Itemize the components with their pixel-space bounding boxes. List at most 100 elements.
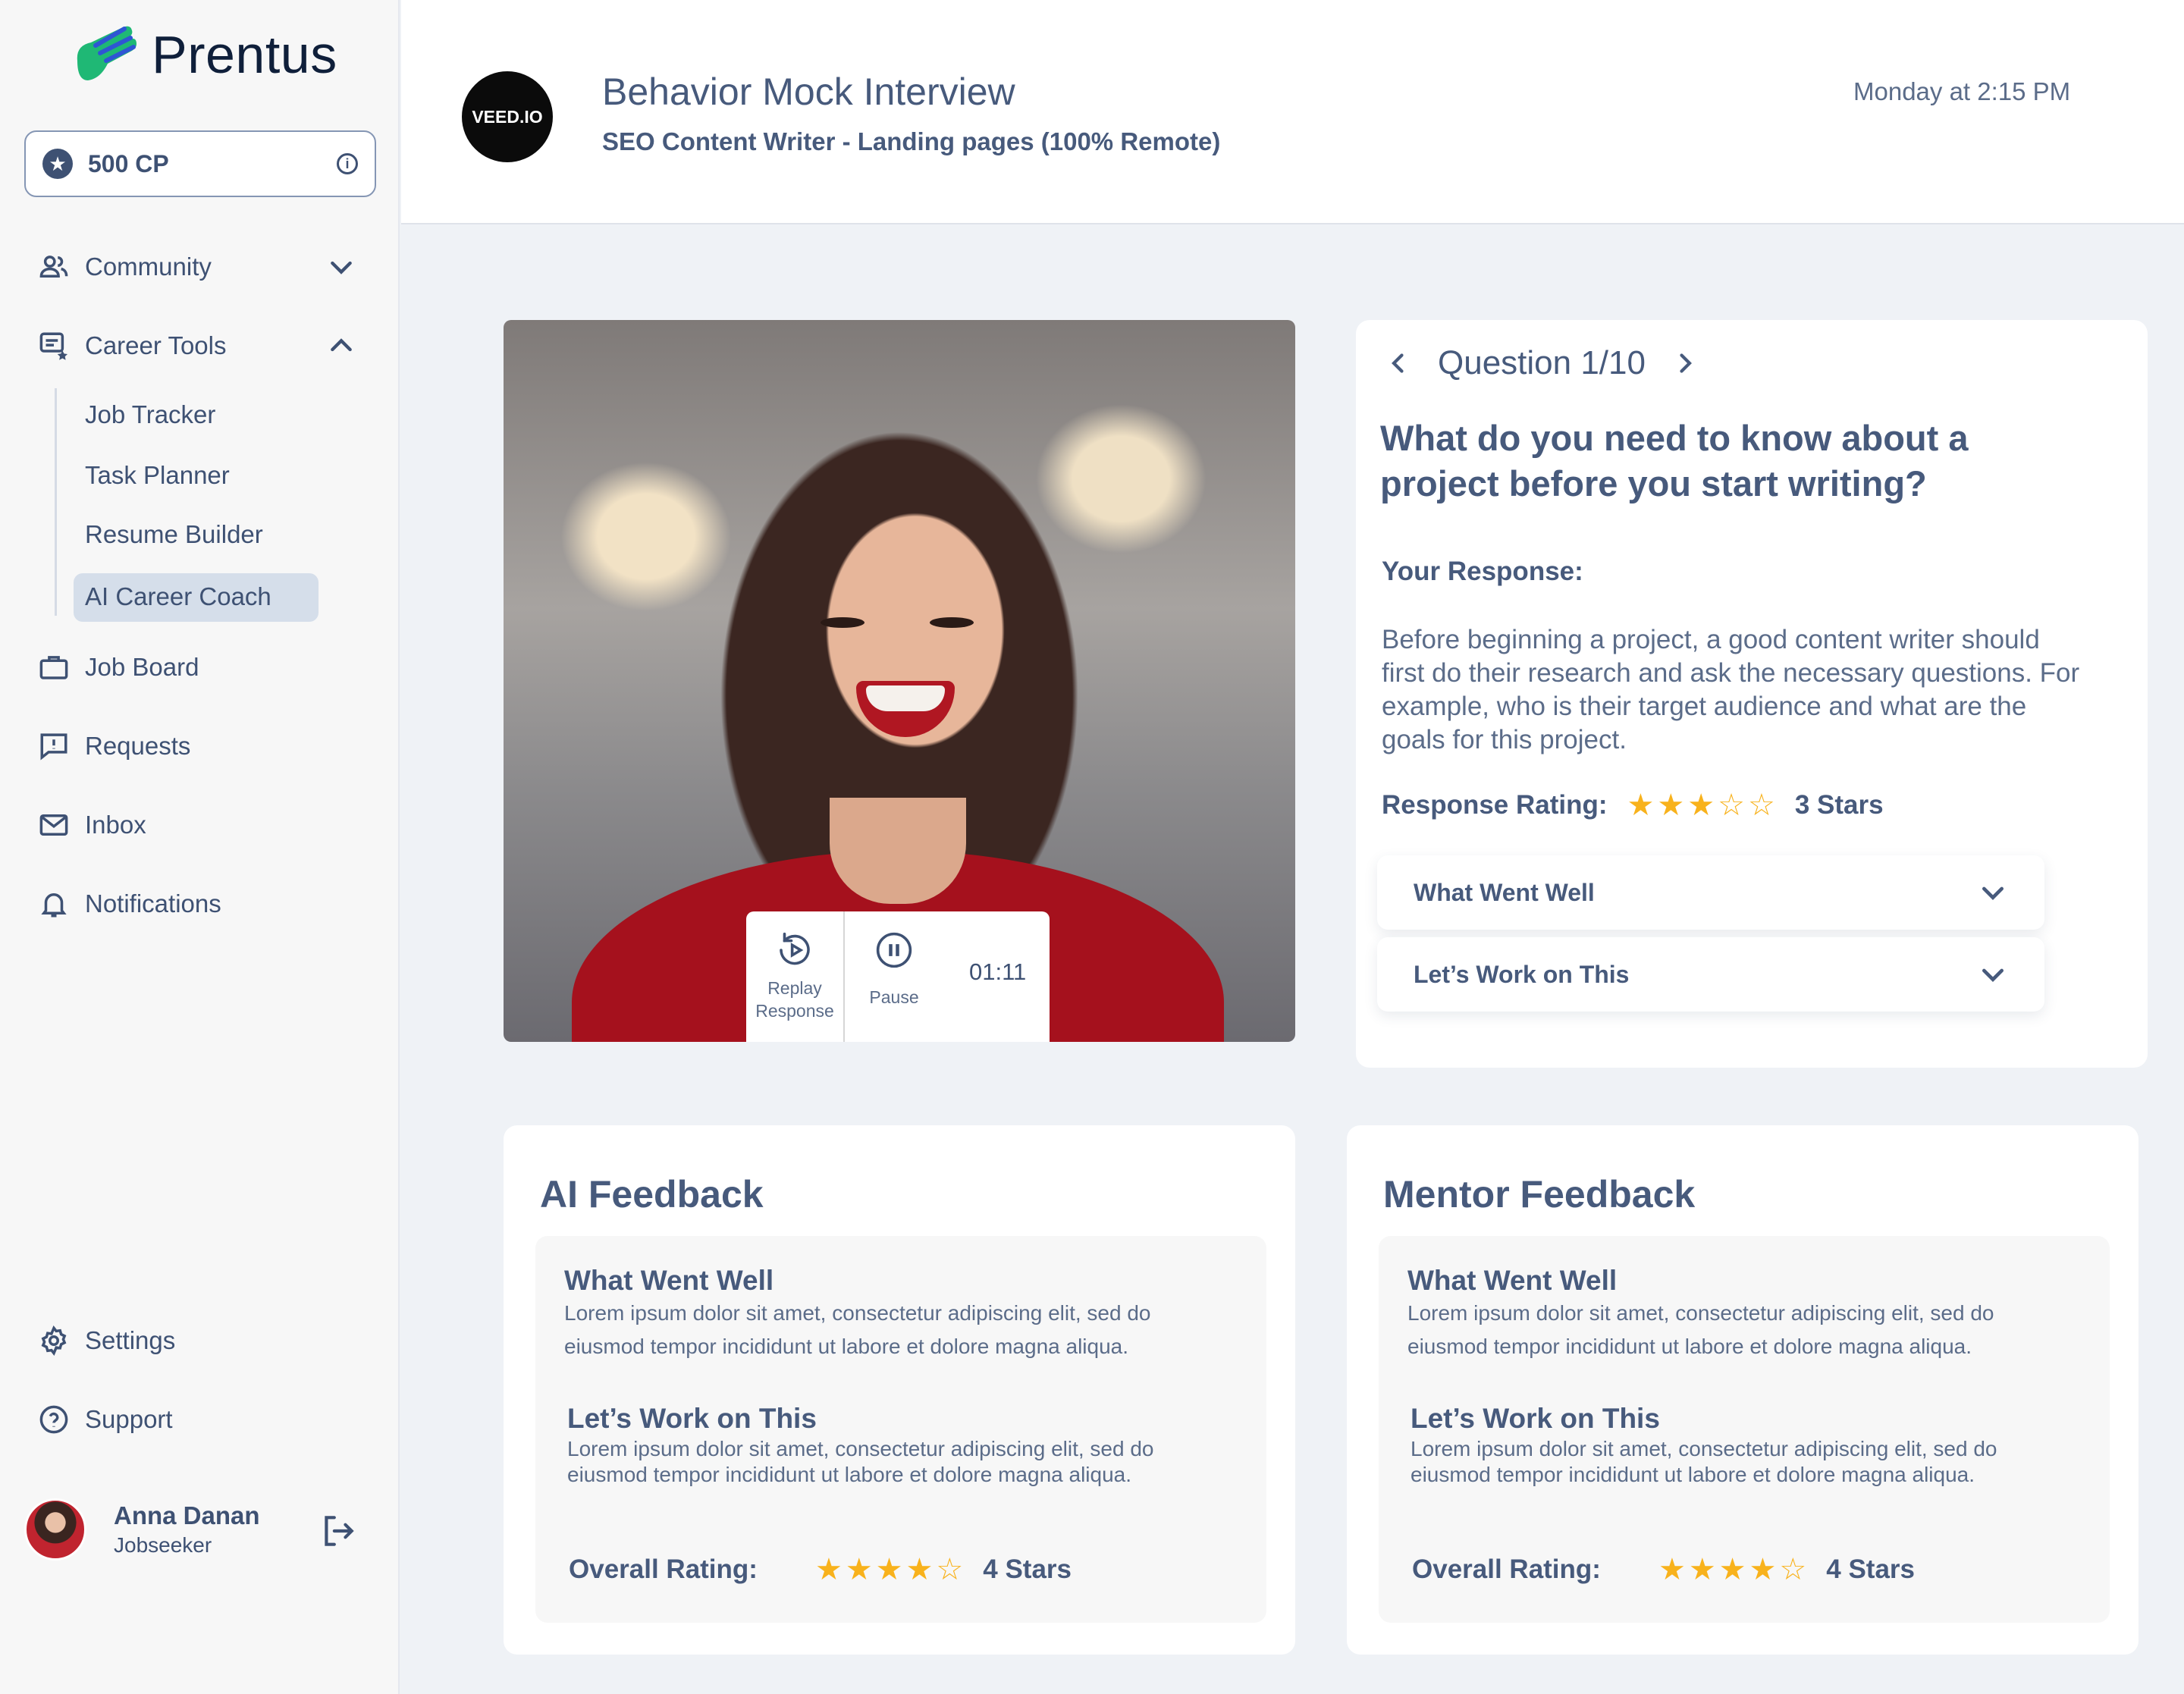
- star-filled-icon: ★: [905, 1553, 934, 1586]
- star-rating: ★ ★ ★ ★ ☆: [1658, 1554, 1809, 1585]
- gear-icon: [36, 1323, 71, 1358]
- question-text: What do you need to know about a project…: [1380, 418, 1969, 503]
- career-points-label: 500 CP: [88, 149, 169, 177]
- overall-rating-value: 4 Stars: [1826, 1554, 1915, 1584]
- pause-button[interactable]: Pause: [845, 911, 943, 1042]
- work-on-heading: Let’s Work on This: [1410, 1403, 1660, 1434]
- interview-header: VEED.IO Behavior Mock Interview SEO Cont…: [401, 0, 2184, 224]
- response-text: Before beginning a project, a good conte…: [1382, 625, 2080, 754]
- chevron-down-icon[interactable]: [326, 252, 356, 282]
- mentor-feedback-card: Mentor Feedback What Went Well Lorem ips…: [1347, 1125, 2138, 1655]
- overall-rating: Overall Rating: ★ ★ ★ ★ ☆ 4 Stars: [569, 1554, 1072, 1585]
- went-well-text: Lorem ipsum dolor sit amet, consectetur …: [564, 1301, 1151, 1358]
- nav-task-planner[interactable]: Task Planner: [85, 461, 230, 490]
- nav-notifications-label: Notifications: [85, 889, 221, 918]
- chevron-up-icon[interactable]: [326, 331, 356, 361]
- nav-job-board-label: Job Board: [85, 653, 199, 681]
- star-filled-icon: ★: [875, 1553, 903, 1586]
- mail-icon: [36, 808, 71, 842]
- video-subject-eye: [821, 617, 864, 628]
- company-logo: VEED.IO: [462, 71, 553, 162]
- went-well-text: Lorem ipsum dolor sit amet, consectetur …: [1407, 1301, 1994, 1358]
- question-counter: Question 1/10: [1438, 344, 1646, 381]
- pause-label: Pause: [869, 987, 919, 1007]
- overall-rating: Overall Rating: ★ ★ ★ ★ ☆ 4 Stars: [1412, 1554, 1915, 1585]
- bell-icon: [36, 886, 71, 921]
- accordion-what-went-well[interactable]: What Went Well: [1377, 855, 2044, 930]
- nav-career-tools-label: Career Tools: [85, 331, 227, 359]
- nav-career-tools[interactable]: Career Tools: [36, 323, 226, 369]
- replay-label-line2: Response: [755, 1001, 834, 1021]
- nav-ai-career-coach[interactable]: AI Career Coach: [85, 582, 271, 611]
- job-title: SEO Content Writer - Landing pages (100%…: [602, 127, 1221, 155]
- nav-community[interactable]: Community: [36, 244, 212, 290]
- ai-feedback-body: What Went Well Lorem ipsum dolor sit ame…: [535, 1236, 1266, 1623]
- user-name: Anna Danan: [114, 1501, 260, 1529]
- mentor-feedback-body: What Went Well Lorem ipsum dolor sit ame…: [1379, 1236, 2110, 1623]
- star-filled-icon: ★: [814, 1553, 843, 1586]
- chevron-down-icon: [1982, 968, 2004, 982]
- star-filled-icon: ★: [1657, 789, 1685, 822]
- nav-requests[interactable]: Requests: [36, 723, 190, 769]
- nav-support[interactable]: Support: [36, 1397, 173, 1442]
- star-filled-icon: ★: [1687, 789, 1715, 822]
- nav-inbox[interactable]: Inbox: [36, 802, 146, 848]
- user-profile[interactable]: Anna Danan Jobseeker: [24, 1498, 260, 1561]
- prentus-logo-icon: [77, 26, 136, 80]
- nav-notifications[interactable]: Notifications: [36, 881, 221, 927]
- message-alert-icon: [36, 729, 71, 764]
- star-filled-icon: ★: [845, 1553, 873, 1586]
- page-title: Behavior Mock Interview: [602, 71, 1015, 113]
- ai-feedback-title: AI Feedback: [540, 1173, 764, 1216]
- nav-resume-builder[interactable]: Resume Builder: [85, 520, 263, 549]
- work-on-text: Lorem ipsum dolor sit amet, consectetur …: [567, 1437, 1154, 1486]
- career-points-badge[interactable]: ★ 500 CP i: [24, 130, 376, 197]
- chevron-right-icon[interactable]: [1671, 350, 1699, 377]
- logout-icon[interactable]: [318, 1512, 356, 1550]
- work-on-text: Lorem ipsum dolor sit amet, consectetur …: [1410, 1437, 1997, 1486]
- replay-response-button[interactable]: Replay Response: [746, 911, 843, 1042]
- info-icon[interactable]: i: [337, 153, 358, 174]
- star-filled-icon: ★: [1718, 1553, 1746, 1586]
- star-outline-icon: ☆: [936, 1553, 964, 1586]
- response-rating-label: Response Rating:: [1382, 790, 1608, 820]
- nav-settings[interactable]: Settings: [36, 1318, 175, 1363]
- nav-community-label: Community: [85, 253, 212, 281]
- response-label: Your Response:: [1382, 557, 1583, 586]
- video-subject-neck: [830, 798, 966, 904]
- went-well-heading: What Went Well: [564, 1265, 774, 1296]
- submenu-divider: [55, 388, 57, 616]
- star-filled-icon: ★: [1688, 1553, 1716, 1586]
- logo[interactable]: Prentus: [70, 23, 337, 86]
- accordion-label: Let’s Work on This: [1414, 960, 1630, 988]
- briefcase-icon: [36, 650, 71, 685]
- replay-label-line1: Replay: [767, 978, 822, 998]
- accordion-work-on-this[interactable]: Let’s Work on This: [1377, 937, 2044, 1012]
- nav-job-board[interactable]: Job Board: [36, 645, 199, 690]
- nav-support-label: Support: [85, 1405, 173, 1433]
- user-role: Jobseeker: [114, 1533, 212, 1557]
- overall-rating-label: Overall Rating:: [569, 1554, 758, 1584]
- response-video[interactable]: Replay Response Pause 01:11: [504, 320, 1295, 1042]
- question-navigator: Question 1/10: [1385, 344, 1699, 382]
- response-rating-value: 3 Stars: [1794, 790, 1884, 820]
- star-outline-icon: ☆: [1718, 789, 1745, 822]
- replay-icon: [780, 932, 810, 965]
- question-card: Question 1/10 What do you need to know a…: [1356, 320, 2148, 1068]
- chevron-left-icon[interactable]: [1385, 350, 1412, 377]
- avatar: [24, 1498, 86, 1561]
- nav-inbox-label: Inbox: [85, 811, 146, 839]
- overall-rating-label: Overall Rating:: [1412, 1554, 1601, 1584]
- nav-requests-label: Requests: [85, 732, 191, 760]
- accordion-label: What Went Well: [1414, 878, 1595, 906]
- sidebar: Prentus ★ 500 CP i Community Career Tool…: [0, 0, 400, 1694]
- overall-rating-value: 4 Stars: [983, 1554, 1072, 1584]
- went-well-heading: What Went Well: [1407, 1265, 1618, 1296]
- nav-job-tracker[interactable]: Job Tracker: [85, 400, 215, 429]
- star-outline-icon: ☆: [1747, 789, 1775, 822]
- star-rating: ★ ★ ★ ★ ☆: [815, 1554, 966, 1585]
- users-icon: [36, 249, 71, 284]
- response-rating: Response Rating: ★ ★ ★ ☆ ☆ 3 Stars: [1382, 790, 1884, 820]
- interview-time: Monday at 2:15 PM: [1853, 77, 2071, 105]
- star-filled-icon: ★: [1627, 789, 1655, 822]
